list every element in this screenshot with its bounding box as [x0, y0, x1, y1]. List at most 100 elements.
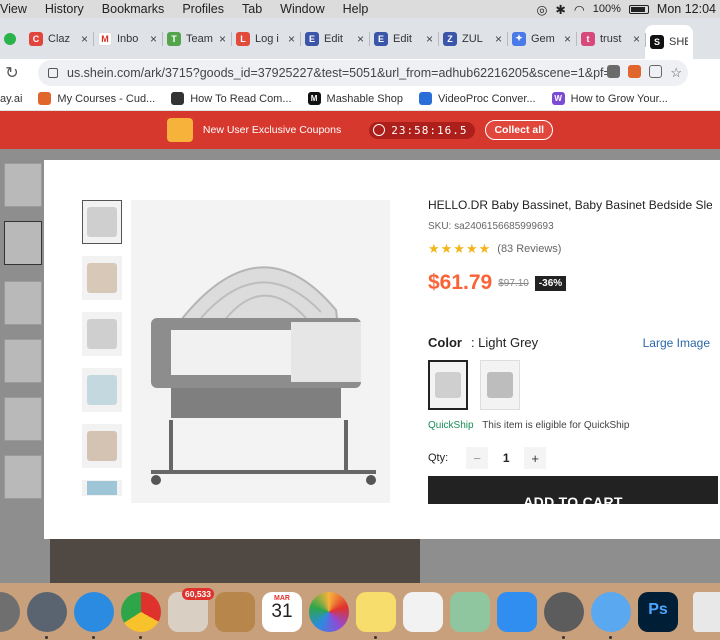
calendar-day: 31 [271, 600, 293, 622]
tab-6[interactable]: E Edit × [369, 24, 438, 54]
tab-favicon-icon: Z [443, 31, 457, 46]
qty-decrease-button[interactable]: − [466, 447, 489, 469]
close-icon[interactable]: × [357, 32, 364, 46]
mail-badge: 60,533 [182, 587, 214, 600]
menubar-clock[interactable]: Mon 12:04 [657, 2, 716, 16]
siri-icon[interactable] [0, 591, 20, 632]
bookmark-item[interactable]: How To Read Com... [171, 92, 292, 105]
qty-increase-button[interactable]: + [524, 447, 547, 469]
share-icon[interactable] [649, 65, 663, 78]
battery-percent: 100% [592, 3, 621, 15]
tab-5[interactable]: E Edit × [300, 24, 369, 54]
color-swatch-light-grey[interactable] [428, 360, 468, 410]
tab-favicon-icon: E [305, 31, 319, 46]
close-icon[interactable]: × [495, 32, 502, 46]
product-thumbnail[interactable] [82, 200, 122, 244]
window-zoom-button[interactable] [4, 32, 16, 45]
bookmark-star-icon[interactable]: ☆ [670, 65, 682, 81]
app-store-icon[interactable] [497, 591, 537, 632]
product-sku: SKU: sa2406156685999693 [428, 221, 554, 232]
chrome-icon[interactable] [121, 591, 161, 639]
tab-2[interactable]: M Inbo × [93, 24, 162, 54]
running-indicator [139, 635, 142, 639]
notefile-icon[interactable] [215, 591, 255, 632]
bookmark-item[interactable]: VideoProc Conver... [418, 92, 536, 105]
close-icon[interactable]: × [633, 32, 640, 46]
notes-icon[interactable] [356, 591, 396, 639]
address-bar[interactable]: us.shein.com/ark/3715?goods_id=37925227&… [38, 60, 688, 86]
product-thumbnail[interactable] [82, 424, 122, 468]
bookmark-item[interactable]: ay.ai [0, 93, 22, 105]
product-thumbnail[interactable] [82, 368, 122, 412]
tab-shein-active[interactable]: S SHE [645, 25, 693, 59]
calendar-icon[interactable]: MAR 31 [262, 591, 302, 632]
launchpad-icon[interactable] [27, 591, 67, 639]
tab-label: Edit [324, 32, 343, 45]
messages-icon[interactable] [591, 591, 631, 639]
close-icon[interactable]: × [81, 32, 88, 46]
tab-7[interactable]: Z ZUL × [438, 24, 507, 54]
site-info-icon[interactable] [48, 68, 58, 78]
menu-tab[interactable]: Tab [233, 2, 271, 16]
tab-8[interactable]: ✦ Gem × [507, 24, 576, 54]
bookmark-label: Mashable Shop [326, 92, 403, 105]
bassinet-image [487, 372, 513, 398]
reload-icon[interactable]: ↻ [0, 63, 24, 83]
bookmark-item[interactable]: My Courses - Cud... [38, 92, 155, 105]
menu-history[interactable]: History [36, 2, 93, 16]
product-thumbnail[interactable] [82, 480, 122, 496]
close-icon[interactable]: × [288, 32, 295, 46]
photoshop-icon[interactable]: Ps [638, 591, 678, 632]
menu-help[interactable]: Help [334, 2, 378, 16]
shein-icon: S [650, 35, 664, 49]
bookmark-item[interactable]: M Mashable Shop [307, 92, 403, 105]
product-thumbnail[interactable] [82, 256, 122, 300]
mail-icon[interactable]: 60,533 [168, 587, 214, 632]
collect-all-button[interactable]: Collect all [485, 120, 554, 140]
original-price: $97.10 [498, 277, 529, 289]
system-settings-icon[interactable] [544, 591, 584, 639]
bassinet-image [87, 481, 117, 495]
bluetooth-icon[interactable]: ✱ [555, 2, 565, 17]
product-main-image[interactable] [131, 200, 390, 503]
browser-toolbar: ↻ us.shein.com/ark/3715?goods_id=3792522… [0, 59, 720, 87]
close-icon[interactable]: × [426, 32, 433, 46]
sync-icon[interactable]: ◎ [536, 2, 547, 17]
tab-3[interactable]: T Team × [162, 24, 231, 54]
battery-icon[interactable] [628, 4, 649, 14]
reminders-icon[interactable] [403, 591, 443, 632]
running-indicator [562, 635, 565, 639]
close-icon[interactable]: × [150, 32, 157, 46]
photos-icon[interactable] [309, 591, 349, 632]
bookmark-icon: M [307, 92, 321, 105]
tab-1[interactable]: C Claz × [24, 24, 93, 54]
bookmark-item[interactable]: W How to Grow Your... [551, 92, 668, 105]
tab-9[interactable]: t trust × [576, 24, 645, 54]
tab-4[interactable]: L Log i × [231, 24, 300, 54]
qty-input[interactable]: 1 [488, 451, 524, 465]
countdown-value: 23:58:16.5 [391, 123, 468, 137]
close-icon[interactable]: × [219, 32, 226, 46]
product-title[interactable]: HELLO.DR Baby Bassinet, Baby Basinet Bed… [428, 198, 712, 212]
menu-bookmarks[interactable]: Bookmarks [93, 2, 174, 16]
menu-window[interactable]: Window [271, 2, 333, 16]
color-swatch[interactable] [480, 360, 520, 410]
close-icon[interactable]: × [564, 32, 571, 46]
large-image-link[interactable]: Large Image [643, 336, 710, 350]
extension-icon[interactable] [628, 65, 642, 78]
add-to-cart-button[interactable]: ADD TO CART [428, 476, 718, 504]
menu-profiles[interactable]: Profiles [173, 2, 233, 16]
bassinet-image [435, 372, 461, 398]
maps-icon[interactable] [450, 591, 490, 632]
running-indicator [609, 635, 612, 639]
wifi-icon[interactable]: ◠ [574, 2, 585, 17]
promo-banner[interactable]: New User Exclusive Coupons 23:58:16.5 Co… [0, 111, 720, 149]
menu-view[interactable]: View [0, 2, 36, 16]
address-bar-url[interactable]: us.shein.com/ark/3715?goods_id=37925227&… [67, 66, 607, 80]
review-count[interactable]: (83 Reviews) [497, 243, 561, 255]
minimized-window-thumbnail[interactable] [693, 591, 720, 632]
running-indicator [92, 635, 95, 639]
product-thumbnail[interactable] [82, 312, 122, 356]
safari-icon[interactable] [74, 591, 114, 639]
extension-icon[interactable] [607, 65, 621, 78]
